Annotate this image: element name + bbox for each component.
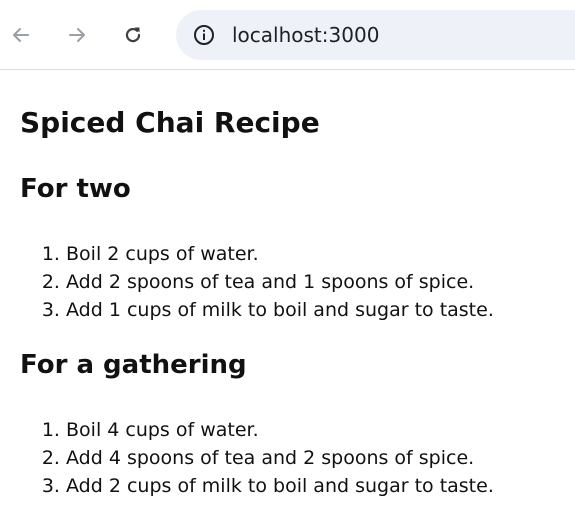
steps-list-for-a-gathering: Boil 4 cups of water. Add 4 spoons of te…: [20, 416, 494, 500]
forward-arrow-icon: [69, 28, 85, 42]
forward-button[interactable]: [62, 20, 92, 50]
browser-toolbar: localhost:3000: [0, 0, 575, 70]
steps-list-for-two: Boil 2 cups of water. Add 2 spoons of te…: [20, 240, 494, 324]
list-item: Boil 4 cups of water.: [66, 416, 494, 444]
info-icon: [194, 25, 214, 45]
list-item: Add 4 spoons of tea and 2 spoons of spic…: [66, 444, 494, 472]
reload-icon: [125, 27, 141, 43]
reload-button[interactable]: [118, 20, 148, 50]
list-item: Add 2 spoons of tea and 1 spoons of spic…: [66, 268, 494, 296]
back-button[interactable]: [6, 20, 36, 50]
list-item: Add 2 cups of milk to boil and sugar to …: [66, 472, 494, 500]
address-bar[interactable]: localhost:3000: [176, 10, 575, 60]
section-heading-for-a-gathering: For a gathering: [20, 350, 247, 380]
list-item: Boil 2 cups of water.: [66, 240, 494, 268]
back-arrow-icon: [13, 28, 29, 42]
section-heading-for-two: For two: [20, 174, 131, 204]
list-item: Add 1 cups of milk to boil and sugar to …: [66, 296, 494, 324]
url-text[interactable]: localhost:3000: [232, 23, 379, 47]
site-info-button[interactable]: [190, 21, 218, 49]
page-title: Spiced Chai Recipe: [20, 106, 320, 139]
